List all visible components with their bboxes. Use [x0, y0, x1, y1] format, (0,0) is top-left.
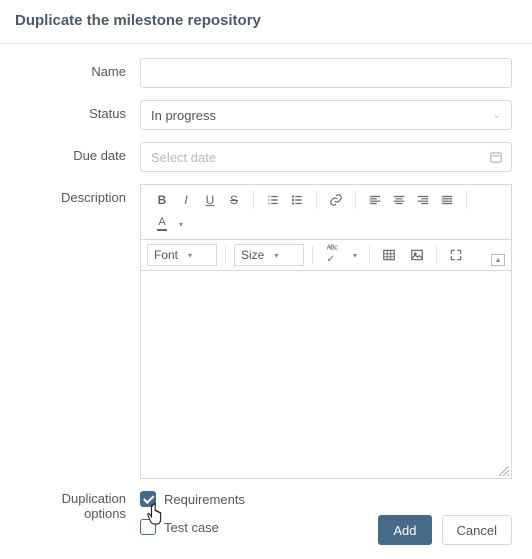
page-title: Duplicate the milestone repository: [0, 0, 532, 44]
test-case-checkbox[interactable]: [140, 519, 156, 535]
chevron-down-icon: ▾: [188, 251, 192, 260]
requirements-label: Requirements: [164, 492, 245, 507]
cancel-button[interactable]: Cancel: [442, 515, 512, 545]
font-size-select[interactable]: Size ▾: [234, 244, 304, 266]
status-value: In progress: [151, 108, 493, 123]
name-label: Name: [20, 58, 140, 88]
rich-text-editor: B I U S: [140, 184, 512, 479]
numbered-list-button[interactable]: [262, 189, 284, 211]
underline-button[interactable]: U: [199, 189, 221, 211]
image-button[interactable]: [406, 244, 428, 266]
font-color-menu[interactable]: ▾: [175, 213, 187, 235]
due-date-label: Due date: [20, 142, 140, 172]
add-button[interactable]: Add: [378, 515, 431, 545]
align-left-button[interactable]: [364, 189, 386, 211]
bold-button[interactable]: B: [151, 189, 173, 211]
dup-options-label: Duplication options: [20, 491, 140, 547]
due-date-placeholder: Select date: [151, 150, 489, 165]
align-justify-button[interactable]: [436, 189, 458, 211]
table-button[interactable]: [378, 244, 400, 266]
resize-grip-icon[interactable]: [141, 466, 511, 478]
maximize-button[interactable]: [445, 244, 467, 266]
font-color-button[interactable]: A: [151, 213, 173, 235]
name-input[interactable]: [140, 58, 512, 88]
italic-button[interactable]: I: [175, 189, 197, 211]
align-center-button[interactable]: [388, 189, 410, 211]
description-textarea[interactable]: [141, 271, 511, 466]
spellcheck-menu[interactable]: ▾: [349, 244, 361, 266]
font-family-select[interactable]: Font ▾: [147, 244, 217, 266]
font-size-label: Size: [241, 248, 264, 262]
status-label: Status: [20, 100, 140, 130]
spellcheck-button[interactable]: ᴬᴮᶜ✓: [321, 244, 343, 266]
link-button[interactable]: [325, 189, 347, 211]
requirements-checkbox[interactable]: [140, 491, 156, 507]
description-label: Description: [20, 184, 140, 479]
due-date-input[interactable]: Select date: [140, 142, 512, 172]
font-family-label: Font: [154, 248, 178, 262]
chevron-down-icon: ⌄: [493, 110, 501, 121]
collapse-toolbar-button[interactable]: ▲: [491, 254, 505, 266]
status-select[interactable]: In progress ⌄: [140, 100, 512, 130]
calendar-icon: [489, 150, 503, 164]
bullet-list-button[interactable]: [286, 189, 308, 211]
strike-button[interactable]: S: [223, 189, 245, 211]
chevron-down-icon: ▾: [274, 251, 278, 260]
align-right-button[interactable]: [412, 189, 434, 211]
test-case-label: Test case: [164, 520, 219, 535]
